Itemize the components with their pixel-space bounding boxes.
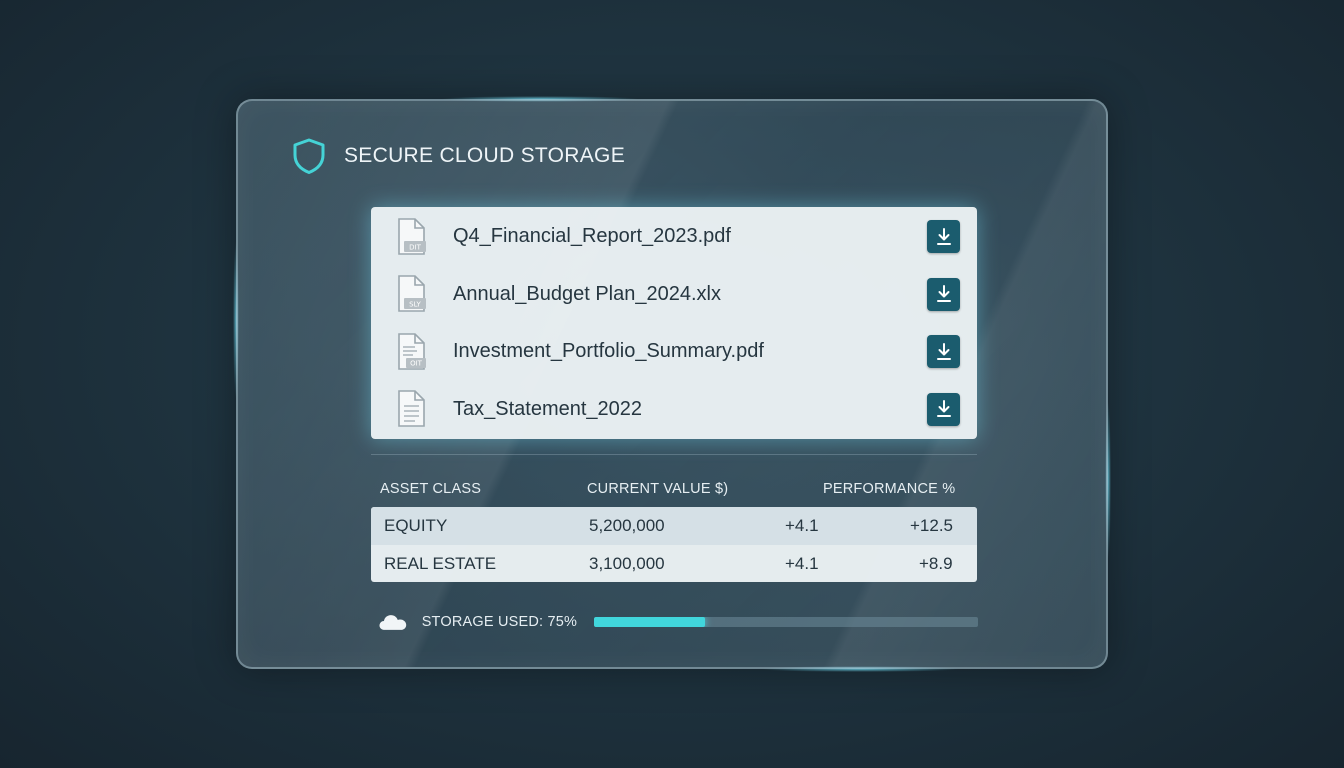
secure-storage-panel: SECURE CLOUD STORAGE DIT Q4_Financial_Re… (236, 99, 1108, 669)
column-header-asset: ASSET CLASS (380, 481, 482, 497)
storage-progress-bar (594, 617, 978, 627)
file-row[interactable]: DIT Q4_Financial_Report_2023.pdf (371, 208, 977, 266)
storage-progress-fill (594, 617, 706, 627)
file-list: DIT Q4_Financial_Report_2023.pdf SLY Ann… (371, 207, 977, 439)
document-file-icon (398, 390, 425, 428)
cloud-icon (379, 615, 407, 630)
value-cell: 5,200,000 (589, 516, 665, 535)
pdf-file-icon: DIT (398, 217, 426, 255)
storage-used-label: STORAGE USED: 75% (421, 614, 578, 630)
column-header-performance: PERFORMANCE % (823, 481, 956, 497)
download-button[interactable] (927, 335, 960, 369)
pdf-file-icon: OIT (398, 332, 426, 370)
file-name: Q4_Financial_Report_2023.pdf (453, 225, 731, 248)
download-icon (936, 285, 951, 303)
asset-class-cell: EQUITY (384, 516, 448, 535)
download-button[interactable] (927, 392, 960, 426)
file-row[interactable]: OIT Investment_Portfolio_Summary.pdf (371, 323, 977, 381)
download-icon (936, 227, 951, 245)
download-icon (936, 400, 951, 418)
page-title: SECURE CLOUD STORAGE (344, 144, 625, 167)
section-divider (371, 454, 977, 455)
performance-cell: +4.1 (785, 553, 819, 573)
download-button[interactable] (927, 220, 960, 254)
svg-text:OIT: OIT (410, 359, 423, 367)
file-row[interactable]: SLY Annual_Budget Plan_2024.xlx (371, 266, 977, 324)
file-name: Annual_Budget Plan_2024.xlx (453, 282, 721, 305)
performance-cell: +12.5 (910, 516, 954, 535)
file-row[interactable]: Tax_Statement_2022 (371, 381, 977, 439)
table-row: EQUITY 5,200,000 +4.1 +12.5 (371, 507, 977, 545)
asset-class-cell: REAL ESTATE (384, 553, 497, 573)
svg-text:SLY: SLY (409, 301, 421, 309)
storage-usage: STORAGE USED: 75% (378, 609, 978, 635)
table-header: ASSET CLASS CURRENT VALUE $) PERFORMANCE… (380, 481, 980, 501)
performance-cell: +8.9 (919, 553, 953, 573)
file-name: Investment_Portfolio_Summary.pdf (453, 340, 764, 363)
shield-icon (293, 138, 325, 174)
asset-table: EQUITY 5,200,000 +4.1 +12.5 REAL ESTATE … (371, 507, 977, 582)
value-cell: 3,100,000 (589, 553, 665, 573)
download-icon (936, 342, 951, 360)
panel-header: SECURE CLOUD STORAGE (292, 137, 625, 175)
column-header-value: CURRENT VALUE $) (587, 481, 729, 497)
table-row: REAL ESTATE 3,100,000 +4.1 +8.9 (371, 545, 977, 583)
performance-cell: +4.1 (785, 516, 819, 535)
svg-text:DIT: DIT (409, 243, 421, 251)
download-button[interactable] (927, 277, 960, 311)
spreadsheet-file-icon: SLY (398, 275, 426, 313)
file-name: Tax_Statement_2022 (453, 397, 643, 420)
